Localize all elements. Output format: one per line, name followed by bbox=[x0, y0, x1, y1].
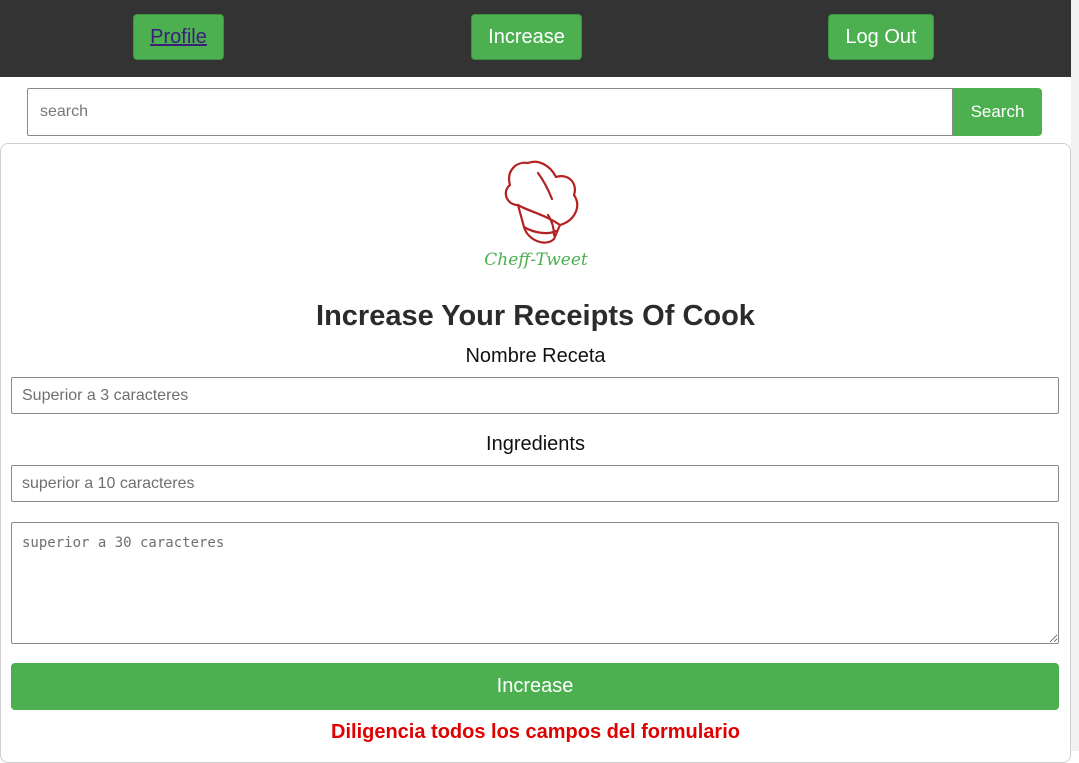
profile-link-label[interactable]: Profile bbox=[150, 26, 207, 49]
recipe-name-field[interactable] bbox=[11, 377, 1059, 414]
increase-submit-button[interactable]: Increase bbox=[11, 663, 1059, 710]
ingredients-field[interactable] bbox=[11, 465, 1059, 502]
top-nav-bar: Profile Increase Log Out bbox=[0, 0, 1071, 77]
page-title: Increase Your Receipts Of Cook bbox=[316, 300, 755, 332]
increase-nav-button[interactable]: Increase bbox=[471, 14, 582, 60]
logout-button[interactable]: Log Out bbox=[828, 14, 934, 60]
ingredients-label: Ingredients bbox=[486, 433, 585, 455]
description-textarea[interactable] bbox=[11, 522, 1059, 644]
search-input[interactable] bbox=[27, 88, 953, 136]
profile-button[interactable]: Profile bbox=[133, 14, 224, 60]
search-button[interactable]: Search bbox=[953, 88, 1042, 136]
logo-text: Cheff-Tweet bbox=[484, 250, 588, 270]
error-message: Diligencia todos los campos del formular… bbox=[331, 721, 740, 743]
recipe-name-label: Nombre Receta bbox=[465, 345, 606, 367]
page-scrollbar[interactable] bbox=[1071, 0, 1079, 751]
